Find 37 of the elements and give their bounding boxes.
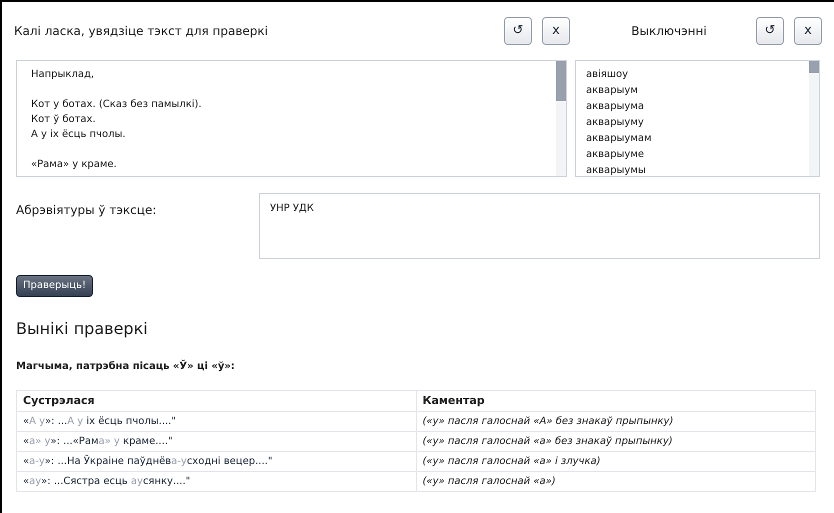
exclusions-title: Выключэнні: [630, 23, 708, 40]
exclusion-word: акварыум: [586, 84, 639, 98]
exclusion-word: авіяшоу: [586, 68, 630, 82]
scrollbar[interactable]: [556, 61, 566, 176]
table-cell: («у» пасля галоснай «а»): [416, 472, 816, 492]
results-subtitle: Магчыма, патрэбна пісаць «Ў» ці «ў»:: [15, 358, 236, 374]
text-line: Кот ў ботах.: [31, 113, 97, 127]
exclusion-word: акварыуме: [586, 148, 646, 162]
input-title: Калі ласка, увядзіце тэкст для праверкі: [14, 23, 270, 40]
results-title: Вынікі праверкі: [15, 318, 149, 340]
table-cell: («у» пасля галоснай «А» без знакаў прыпынку): [416, 412, 816, 432]
reset-button[interactable]: ↺: [504, 17, 532, 45]
clear-button[interactable]: x: [542, 17, 570, 45]
table-cell: «ау»: ...Сястра есць аусянку....": [16, 472, 416, 492]
abbreviations-label: Абрэвіятуры ў тэксце:: [16, 202, 158, 219]
table-cell: «а» у»: ...«Рама» у краме....": [16, 432, 416, 452]
table-cell: («у» пасля галоснай «а» без знакаў прыпынку): [416, 432, 816, 452]
text-line: Кот у ботах. (Сказ без памылкі).: [31, 98, 203, 112]
column-header: Сустрэлася: [16, 390, 416, 412]
text-line: Напрыклад,: [31, 68, 96, 82]
exclusions-list[interactable]: авіяшоу акварыум акварыума акварыуму акварыумам акварыуме акварыумы: [575, 60, 820, 177]
abbreviations-field[interactable]: УНР УДК: [259, 193, 820, 259]
table-cell: «А у»: ...А у іх ёсць пчолы....": [16, 412, 416, 432]
exclusion-word: акварыуму: [586, 116, 645, 130]
scrollbar[interactable]: [809, 61, 819, 176]
exclusion-word: акварыума: [586, 100, 646, 114]
table-cell: «а-у»: ...На Ўкраіне паўднёва-усходні вецер....": [16, 452, 416, 472]
text-input-area[interactable]: Напрыклад, Кот у ботах. (Сказ без памылкі). Кот ў ботах. А у іх ёсць пчолы. «Рама» у краме.: [16, 60, 567, 177]
clear-button[interactable]: x: [794, 17, 822, 45]
text-line: А у іх ёсць пчолы.: [31, 128, 127, 142]
reset-button[interactable]: ↺: [756, 17, 784, 45]
check-button[interactable]: Праверыць!: [16, 274, 93, 296]
exclusion-word: акварыумы: [586, 164, 647, 176]
column-header: Каментар: [416, 390, 816, 412]
text-line: «Рама» у краме.: [31, 158, 118, 172]
table-cell: («у» пасля галоснай «а» і злучка): [416, 452, 816, 472]
exclusion-word: акварыумам: [586, 132, 653, 146]
